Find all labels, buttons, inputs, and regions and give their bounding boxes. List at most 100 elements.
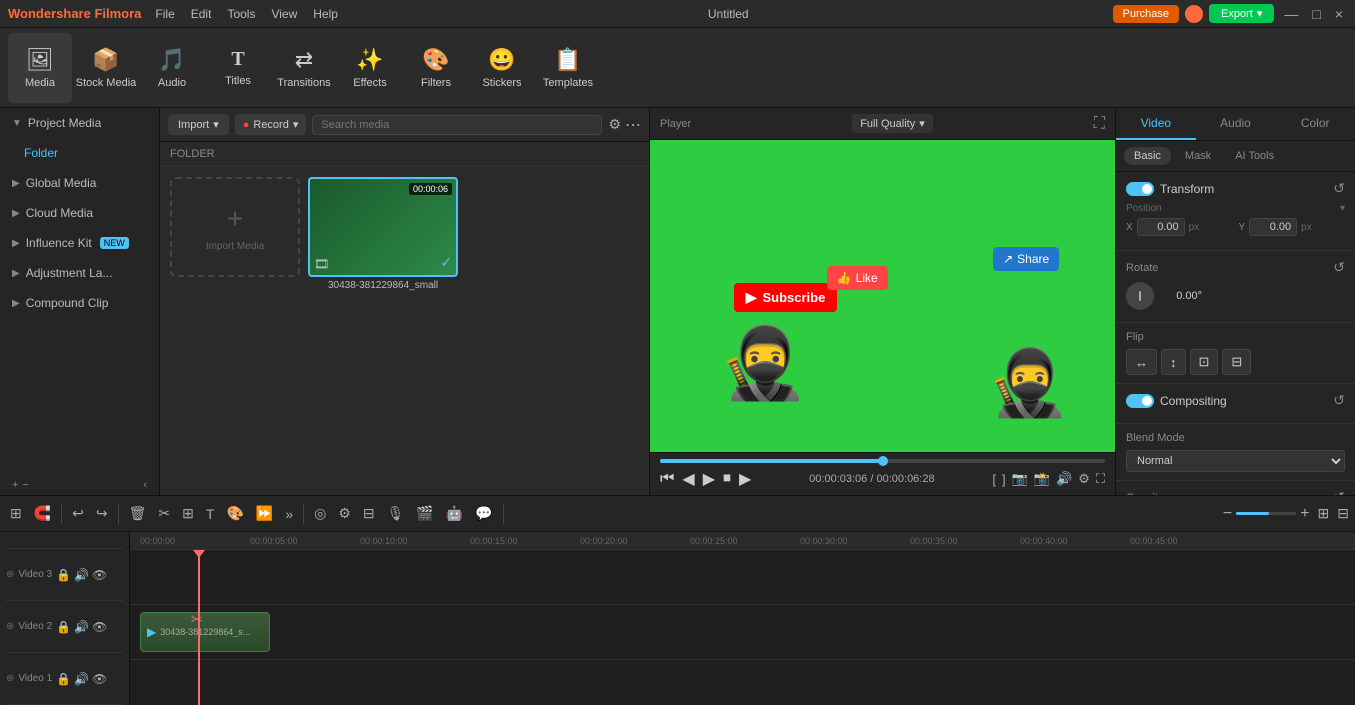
import-media-button[interactable]: + Import Media <box>170 177 300 277</box>
record-button[interactable]: ● Record ▾ <box>235 114 307 135</box>
subtab-mask[interactable]: Mask <box>1175 147 1221 165</box>
tool-audio[interactable]: 🎵 Audio <box>140 33 204 103</box>
sidebar-item-project-media[interactable]: ▼ Project Media <box>0 108 159 138</box>
tl-split-button[interactable]: ⊟ <box>359 503 379 524</box>
clip-start-button[interactable]: [ <box>992 471 996 487</box>
more-button[interactable]: ⋯ <box>625 115 641 135</box>
skip-back-button[interactable]: ⏮ <box>660 470 674 488</box>
tl-color-button[interactable]: 🎨 <box>222 503 247 524</box>
tl-layout-button[interactable]: ⊟ <box>1337 505 1349 522</box>
compositing-toggle[interactable] <box>1126 394 1154 408</box>
compositing-reset-button[interactable]: ↺ <box>1333 392 1345 409</box>
track1-lock-button[interactable]: 🔒 <box>56 672 71 686</box>
media-thumbnail[interactable]: 00:00:06 🎞 ✓ 30438-381229864_small <box>308 177 458 291</box>
tl-more-button[interactable]: » <box>281 504 297 524</box>
minimize-button[interactable]: — <box>1280 6 1302 22</box>
close-button[interactable]: × <box>1331 6 1347 22</box>
track3-visible-button[interactable]: 👁 <box>92 568 107 582</box>
quality-selector[interactable]: Full Quality ▾ <box>852 114 933 133</box>
fullscreen-button[interactable]: ⛶ <box>1094 115 1105 133</box>
sidebar-item-cloud-media[interactable]: ▶ Cloud Media <box>0 198 159 228</box>
volume-button[interactable]: 🔊 <box>1056 471 1072 487</box>
tl-word-button[interactable]: 💬 <box>471 503 496 524</box>
x-input[interactable] <box>1137 218 1185 236</box>
subtab-basic[interactable]: Basic <box>1124 147 1171 165</box>
track3-lock-button[interactable]: 🔒 <box>56 568 71 582</box>
tl-redo-button[interactable]: ↪ <box>92 503 112 524</box>
sidebar-item-adjustment[interactable]: ▶ Adjustment La... <box>0 258 159 288</box>
flip-v-button[interactable]: ↕ <box>1161 349 1186 375</box>
settings-button[interactable]: ⚙ <box>1078 471 1090 487</box>
menu-tools[interactable]: Tools <box>221 5 261 23</box>
menu-file[interactable]: File <box>149 5 180 23</box>
tool-stickers[interactable]: 😀 Stickers <box>470 33 534 103</box>
play-button[interactable]: ▶ <box>703 469 715 489</box>
tool-filters[interactable]: 🎨 Filters <box>404 33 468 103</box>
transform-toggle[interactable] <box>1126 182 1154 196</box>
track1-mute-button[interactable]: 🔊 <box>74 672 89 686</box>
tl-zoom-in-button[interactable]: + <box>1300 505 1309 523</box>
video2-clip[interactable]: ▶ 30438-381229864_s... ✂ <box>140 612 270 652</box>
tool-templates[interactable]: 📋 Templates <box>536 33 600 103</box>
tl-stabilize-button[interactable]: ◎ <box>310 503 330 524</box>
tl-magnet-button[interactable]: 🧲 <box>30 503 55 524</box>
playhead[interactable] <box>198 550 200 705</box>
progress-bar[interactable] <box>660 459 1105 463</box>
import-button[interactable]: Import ▾ <box>168 114 229 135</box>
tl-ai2-button[interactable]: 🤖 <box>442 503 467 524</box>
thumb-image[interactable]: 00:00:06 🎞 ✓ <box>308 177 458 277</box>
search-input[interactable] <box>312 115 602 135</box>
sidebar-item-compound-clip[interactable]: ▶ Compound Clip <box>0 288 159 318</box>
tl-cut-button[interactable]: ✂ <box>154 503 174 524</box>
track2-lock-button[interactable]: 🔒 <box>56 620 71 634</box>
tl-mic-button[interactable]: 🎙 <box>383 503 409 524</box>
flip-reset-h-button[interactable]: ⊡ <box>1190 349 1219 375</box>
clip-end-button[interactable]: ] <box>1002 471 1006 487</box>
purchase-button[interactable]: Purchase <box>1113 5 1179 23</box>
tl-delete-button[interactable]: 🗑 <box>125 503 151 524</box>
tool-titles[interactable]: T Titles <box>206 33 270 103</box>
frame-back-button[interactable]: ◀ <box>682 469 694 489</box>
collapse-icon[interactable]: ‹ <box>143 479 147 491</box>
camera-button[interactable]: 📷 <box>1012 471 1028 487</box>
position-expand-icon[interactable]: ▾ <box>1340 203 1345 214</box>
tl-add-track-button[interactable]: ⊞ <box>6 503 26 524</box>
tl-ai-button[interactable]: ⚙ <box>334 503 355 524</box>
rotate-reset-button[interactable]: ↺ <box>1333 259 1345 276</box>
y-input[interactable] <box>1249 218 1297 236</box>
tab-video[interactable]: Video <box>1116 108 1196 140</box>
tool-effects[interactable]: ✨ Effects <box>338 33 402 103</box>
frame-fwd-button[interactable]: ▶ <box>739 469 751 489</box>
track2-mute-button[interactable]: 🔊 <box>74 620 89 634</box>
tl-effect-button[interactable]: 🎬 <box>412 503 437 524</box>
sidebar-item-influence-kit[interactable]: ▶ Influence Kit NEW <box>0 228 159 258</box>
sidebar-item-global-media[interactable]: ▶ Global Media <box>0 168 159 198</box>
track2-visible-button[interactable]: 👁 <box>92 620 107 634</box>
subtab-ai-tools[interactable]: AI Tools <box>1225 147 1284 165</box>
stop-button[interactable]: ⏹ <box>723 470 731 488</box>
tool-stock[interactable]: 📦 Stock Media <box>74 33 138 103</box>
snapshot-button[interactable]: 📸 <box>1034 471 1050 487</box>
flip-reset-v-button[interactable]: ⊟ <box>1222 349 1251 375</box>
tl-crop-button[interactable]: ⊞ <box>178 503 198 524</box>
fullscreen-pb-button[interactable]: ⛶ <box>1096 471 1105 487</box>
menu-view[interactable]: View <box>265 5 303 23</box>
tl-grid-button[interactable]: ⊞ <box>1318 505 1330 522</box>
export-button[interactable]: Export▾ <box>1209 4 1274 23</box>
menu-help[interactable]: Help <box>307 5 344 23</box>
sidebar-item-folder[interactable]: Folder <box>0 138 159 168</box>
track3-mute-button[interactable]: 🔊 <box>74 568 89 582</box>
tab-color[interactable]: Color <box>1275 108 1355 140</box>
blend-mode-select[interactable]: Normal Multiply Screen Overlay <box>1126 450 1345 472</box>
tool-media[interactable]: 🖼 Media <box>8 33 72 103</box>
filter-button[interactable]: ⚙ <box>608 115 621 135</box>
tl-zoom-out-button[interactable]: − <box>1223 505 1232 523</box>
menu-edit[interactable]: Edit <box>185 5 218 23</box>
track1-visible-button[interactable]: 👁 <box>92 672 107 686</box>
maximize-button[interactable]: □ <box>1308 6 1324 22</box>
flip-h-button[interactable]: ↔ <box>1126 349 1157 375</box>
tl-undo-button[interactable]: ↩ <box>68 503 88 524</box>
tool-transitions[interactable]: ⇄ Transitions <box>272 33 336 103</box>
tl-zoom-bar[interactable] <box>1236 512 1296 515</box>
tl-speed-button[interactable]: ⏩ <box>252 503 277 524</box>
